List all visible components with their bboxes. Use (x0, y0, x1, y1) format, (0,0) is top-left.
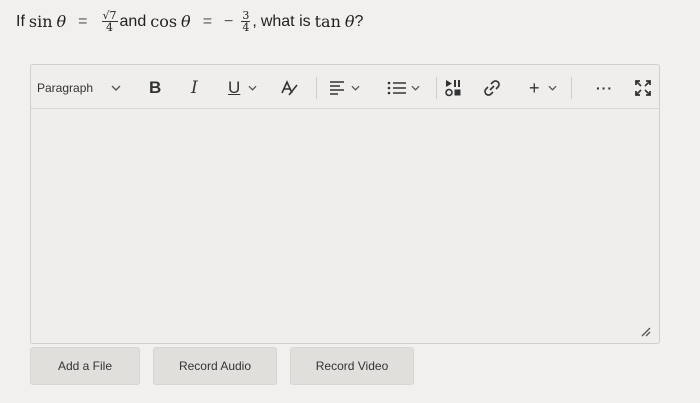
equals-sign: = (202, 12, 213, 30)
align-left-icon (330, 81, 344, 95)
cos-fraction: 3 4 (241, 10, 251, 34)
text-color-button[interactable] (279, 77, 299, 99)
insert-media-button[interactable] (445, 77, 463, 99)
negative-sign: − (224, 12, 234, 30)
theta-symbol: θ (56, 12, 67, 31)
fullscreen-button[interactable] (635, 77, 651, 99)
theta-symbol: θ (181, 12, 191, 31)
underline-dropdown[interactable]: U (228, 77, 257, 99)
comma: , (252, 12, 257, 30)
insert-dropdown[interactable]: + (529, 77, 557, 99)
chevron-down-icon (248, 85, 257, 91)
record-audio-button[interactable]: Record Audio (153, 347, 277, 385)
question-text: If sin θ = √7 4 and cos θ = − 3 4 , what… (16, 10, 363, 33)
editor-toolbar: Paragraph B I U + ··· (31, 65, 659, 109)
toolbar-divider (571, 77, 572, 99)
italic-button[interactable]: I (191, 77, 198, 99)
plus-icon: + (529, 77, 540, 98)
insert-media-icon (445, 80, 461, 97)
insert-link-button[interactable] (483, 77, 501, 99)
cos-denominator: 4 (242, 21, 250, 34)
chevron-down-icon (411, 85, 420, 91)
text-color-icon (281, 80, 298, 96)
theta-symbol: θ (344, 12, 355, 31)
bold-button[interactable]: B (149, 77, 161, 99)
sin-fraction: √7 4 (101, 10, 118, 34)
underline-label: U (228, 78, 241, 97)
tan-function: tan (314, 12, 341, 31)
bulleted-list-icon (387, 81, 406, 95)
question-mark: ? (354, 12, 364, 30)
resize-grip-icon[interactable] (639, 325, 651, 337)
cos-function: cos (150, 12, 178, 31)
rich-text-editor: Paragraph B I U + ··· (30, 64, 660, 344)
fullscreen-icon (635, 80, 651, 96)
what-is-words: what is (260, 12, 311, 30)
align-dropdown[interactable] (329, 77, 360, 99)
add-file-button[interactable]: Add a File (30, 347, 140, 385)
editor-content-area[interactable] (31, 109, 659, 345)
sin-denominator: 4 (106, 21, 114, 34)
and-word: and (119, 12, 147, 30)
toolbar-divider (436, 77, 437, 99)
more-options-button[interactable]: ··· (596, 77, 613, 99)
chevron-down-icon (547, 85, 557, 91)
paragraph-format-label: Paragraph (37, 81, 94, 95)
list-dropdown[interactable] (387, 77, 420, 99)
chevron-down-icon (351, 85, 360, 91)
paragraph-format-dropdown[interactable]: Paragraph (37, 77, 129, 99)
toolbar-divider (316, 77, 317, 99)
question-prefix: If (16, 12, 25, 30)
sin-function: sin (28, 12, 53, 31)
link-icon (484, 80, 500, 96)
chevron-down-icon (111, 85, 121, 91)
record-video-button[interactable]: Record Video (290, 347, 414, 385)
equals-sign: = (78, 12, 88, 30)
